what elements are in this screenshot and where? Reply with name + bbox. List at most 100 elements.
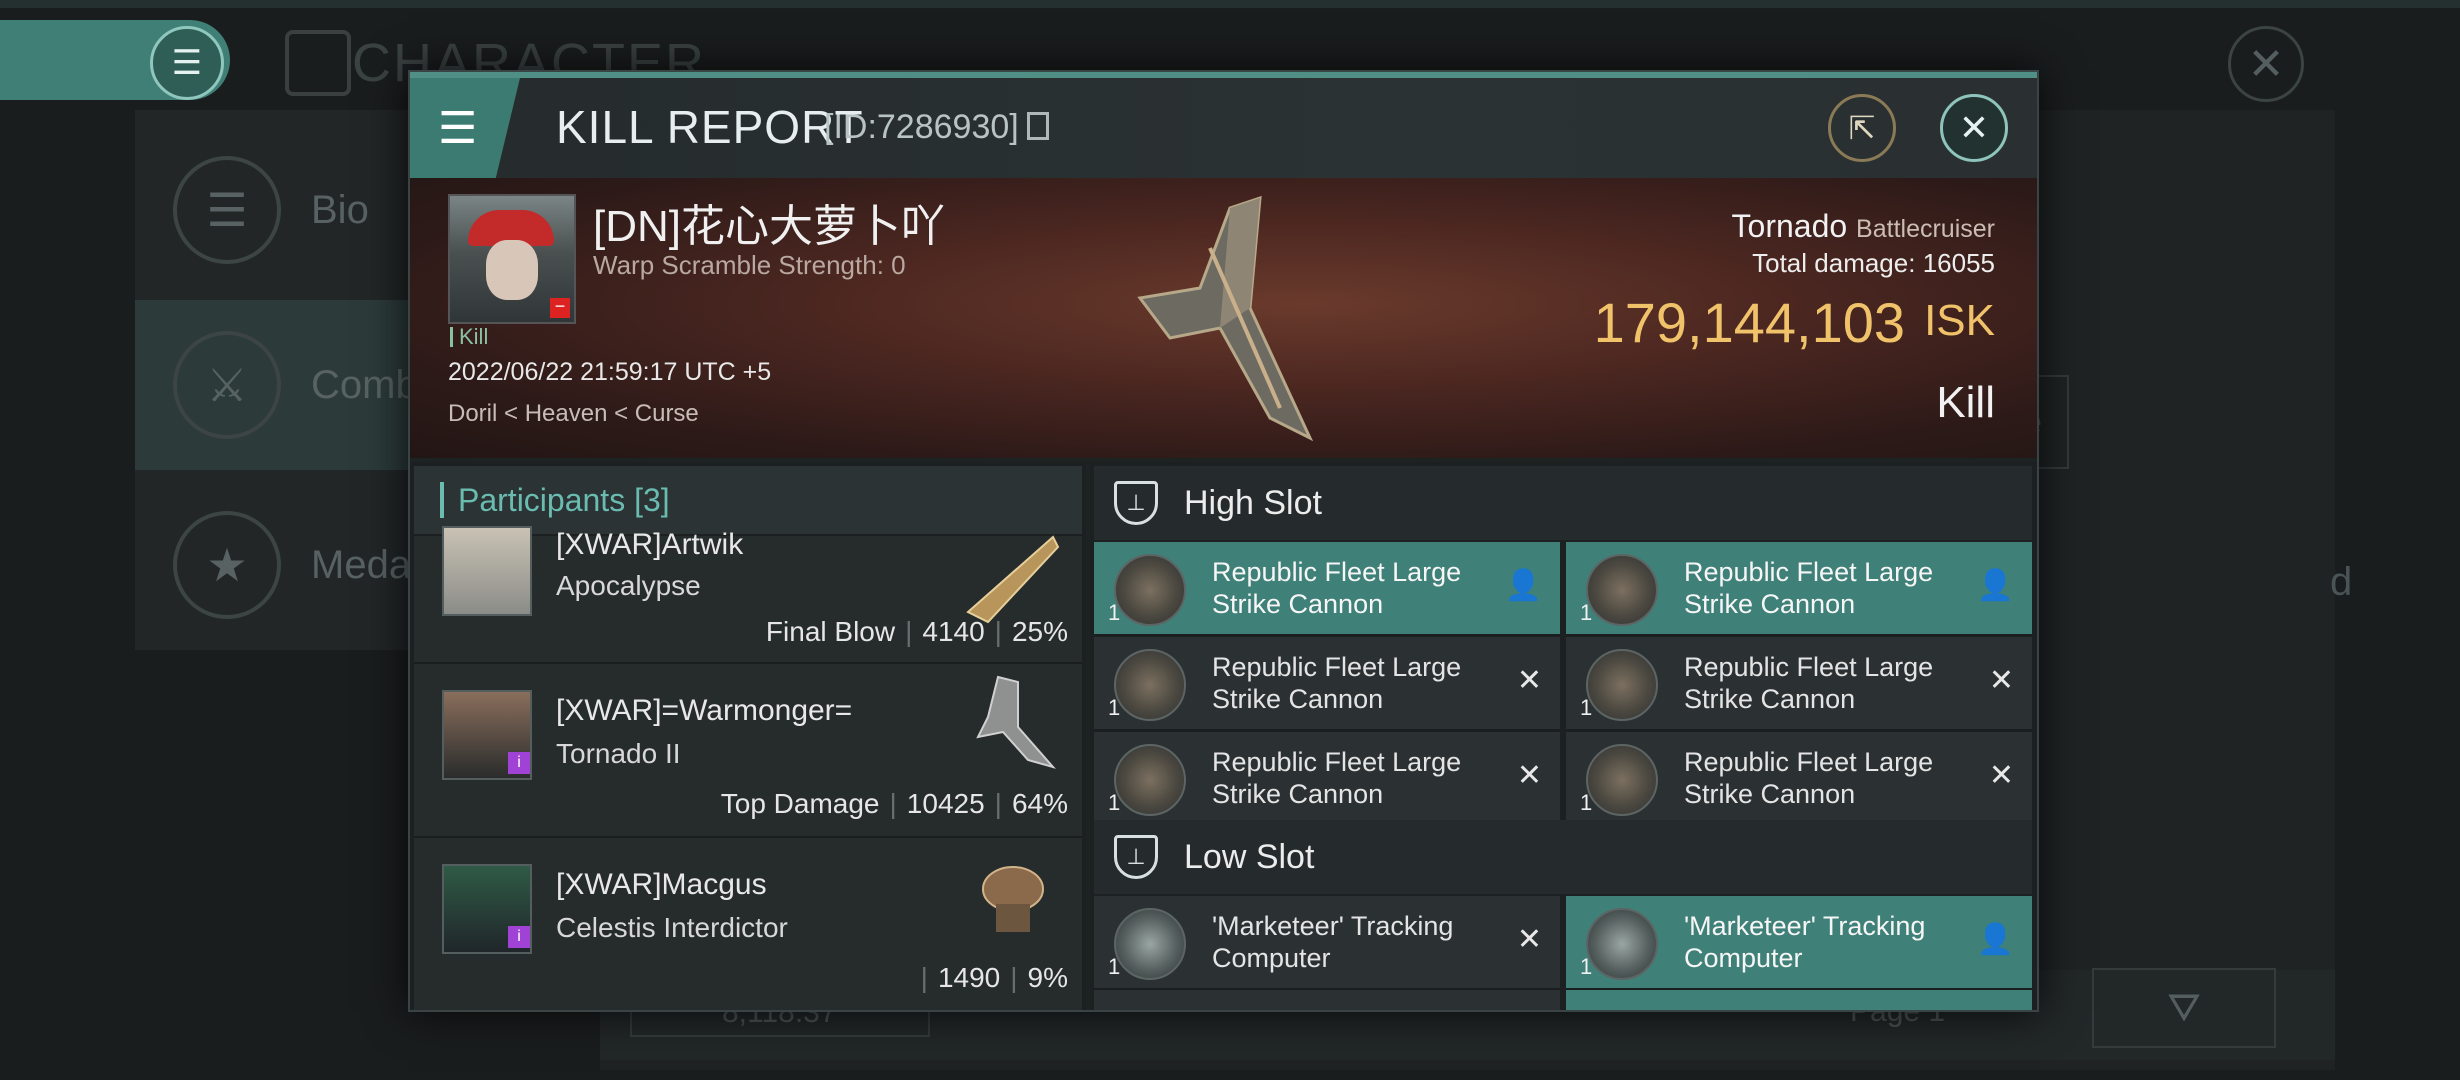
- participant-ship-image: [976, 675, 1056, 769]
- tracking-computer-icon: [1586, 908, 1658, 980]
- tracking-computer-icon: [1114, 908, 1186, 980]
- dropped-icon: 👤: [1976, 569, 2014, 602]
- module-item[interactable]: 1 Republic Fleet Large Strike Cannon 👤: [1094, 542, 1560, 636]
- ship-name: Tornado: [1731, 208, 1848, 244]
- combat-icon: ⚔: [173, 331, 281, 439]
- bg-close-button[interactable]: ✕: [2228, 26, 2304, 102]
- module-name: Republic Fleet Large Strike Cannon: [1684, 652, 1934, 714]
- module-name: Republic Fleet Large Strike Cannon: [1684, 747, 1934, 809]
- destroyed-icon: ✕: [1988, 664, 2014, 697]
- module-item[interactable]: 1 Republic Fleet Large Strike Cannon ✕: [1566, 637, 2032, 731]
- strike-cannon-icon: [1586, 744, 1658, 816]
- stat-separator: |: [994, 616, 1002, 647]
- participant-ship-image: [982, 866, 1044, 932]
- result-label: Kill: [1936, 378, 1995, 427]
- strike-cannon-icon: [1114, 554, 1186, 626]
- module-item[interactable]: 1 Republic Fleet Large Strike Cannon ✕: [1566, 732, 2032, 826]
- sidebar-item-label: Comb: [311, 362, 418, 407]
- participants-count: [3]: [634, 481, 670, 518]
- high-slot-title: High Slot: [1184, 483, 1322, 522]
- participant-percent: 64%: [1011, 788, 1068, 819]
- isk-unit: ISK: [1924, 296, 1995, 345]
- module-name: Republic Fleet Large Strike Cannon: [1212, 557, 1462, 619]
- participant-name: [XWAR]Macgus: [556, 868, 767, 901]
- participant-row[interactable]: i [XWAR]Macgus Celestis Interdictor | 149…: [414, 838, 1082, 1010]
- modal-title: KILL REPORT: [556, 101, 864, 153]
- menu-icon: ☰: [171, 44, 203, 82]
- stat-separator: |: [905, 616, 913, 647]
- report-id-text: [ID:7286930]: [824, 108, 1019, 146]
- low-slot-header: ⊥ Low Slot: [1094, 820, 2032, 894]
- module-name: 'Marketeer' Tracking Computer: [1684, 911, 1926, 973]
- kill-tag: Kill: [450, 324, 488, 350]
- minus-badge-icon: −: [550, 297, 570, 318]
- destroyed-icon: ✕: [1516, 923, 1542, 956]
- participant-row[interactable]: i [XWAR]=Warmonger= Tornado II Top Damag…: [414, 664, 1082, 838]
- share-button[interactable]: ⇱: [1828, 94, 1896, 162]
- module-item[interactable]: 1 Republic Fleet Large Strike Cannon 👤: [1566, 542, 2032, 636]
- dropped-icon: 👤: [1504, 569, 1542, 602]
- participant-name: [XWAR]=Warmonger=: [556, 694, 853, 727]
- participant-badge-icon: i: [508, 926, 530, 948]
- high-slot-icon: ⊥: [1114, 481, 1158, 525]
- medal-icon: ★: [173, 511, 281, 619]
- participant-percent: 25%: [1011, 616, 1068, 647]
- participant-stats: Final Blow | 4140 | 25%: [766, 616, 1068, 648]
- module-name: Republic Fleet Large Strike Cannon: [1212, 747, 1462, 809]
- participant-role: Top Damage: [720, 788, 880, 819]
- header-accent: [440, 482, 444, 518]
- module-item-partial[interactable]: [1094, 990, 1560, 1010]
- module-name: 'Marketeer' Tracking Computer: [1212, 911, 1454, 973]
- copy-icon[interactable]: [1026, 112, 1049, 140]
- sidebar-item-label: Medal: [311, 542, 420, 587]
- participant-ship: Apocalypse: [556, 570, 701, 601]
- fitting-panel[interactable]: ⊥ High Slot 1 Republic Fleet Large Strik…: [1090, 462, 2037, 1010]
- isk-value: 179,144,103: [1593, 291, 1905, 354]
- module-item[interactable]: 1 Republic Fleet Large Strike Cannon ✕: [1094, 732, 1560, 826]
- module-item[interactable]: 1 'Marketeer' Tracking Computer 👤: [1566, 896, 2032, 990]
- menu-icon: ☰: [438, 103, 478, 153]
- bg-menu-button[interactable]: ☰: [150, 26, 224, 100]
- module-quantity: 1: [1580, 790, 1593, 815]
- dropped-icon: 👤: [1976, 923, 2014, 956]
- share-icon: ⇱: [1848, 110, 1876, 146]
- participant-ship: Celestis Interdictor: [556, 912, 788, 943]
- modal-close-button[interactable]: ✕: [1940, 94, 2008, 162]
- sidebar-item-label: Bio: [311, 187, 369, 232]
- participants-header: Participants [3]: [414, 466, 1082, 534]
- participant-avatar: [442, 526, 532, 616]
- module-item[interactable]: 1 'Marketeer' Tracking Computer ✕: [1094, 896, 1560, 990]
- portrait-face: [486, 240, 538, 300]
- warp-scramble-strength: Warp Scramble Strength: 0: [593, 250, 906, 280]
- module-name: Republic Fleet Large Strike Cannon: [1684, 557, 1934, 619]
- destroyed-icon: ✕: [1988, 759, 2014, 792]
- participants-title-text: Participants: [458, 481, 626, 518]
- total-damage: Total damage: 16055: [1752, 248, 1995, 279]
- high-slot-header: ⊥ High Slot: [1094, 466, 2032, 540]
- destroyed-icon: ✕: [1516, 759, 1542, 792]
- filter-icon: ⛛: [2167, 985, 2201, 1030]
- participant-ship: Tornado II: [556, 738, 681, 769]
- participant-damage: 4140: [922, 616, 985, 647]
- stat-separator: |: [889, 788, 897, 819]
- participant-row[interactable]: [XWAR]Artwik Apocalypse Final Blow | 4140 |…: [414, 526, 1082, 664]
- module-quantity: 1: [1108, 695, 1121, 720]
- report-id[interactable]: [ID:7286930]: [824, 108, 1049, 147]
- module-item-partial[interactable]: [1566, 990, 2032, 1010]
- stat-separator: |: [920, 962, 928, 993]
- filter-button[interactable]: ⛛: [2092, 968, 2276, 1048]
- participant-percent: 9%: [1027, 962, 1068, 993]
- module-quantity: 1: [1108, 600, 1121, 625]
- strike-cannon-icon: [1586, 554, 1658, 626]
- kill-location: Doril < Heaven < Curse: [448, 400, 699, 427]
- modal-menu-button[interactable]: ☰: [410, 78, 520, 178]
- module-name: Republic Fleet Large Strike Cannon: [1212, 652, 1462, 714]
- total-damage-label: Total damage:: [1752, 248, 1916, 278]
- module-quantity: 1: [1580, 695, 1593, 720]
- participants-panel[interactable]: Participants [3] [XWAR]Artwik Apocalypse…: [410, 462, 1086, 1010]
- kill-banner: − [DN]花心大萝卜吖 Warp Scramble Strength: 0 K…: [410, 178, 2037, 458]
- participant-stats: | 1490 | 9%: [911, 962, 1068, 994]
- module-item[interactable]: 1 Republic Fleet Large Strike Cannon ✕: [1094, 637, 1560, 731]
- victim-name[interactable]: [DN]花心大萝卜吖: [593, 190, 945, 254]
- strike-cannon-icon: [1114, 649, 1186, 721]
